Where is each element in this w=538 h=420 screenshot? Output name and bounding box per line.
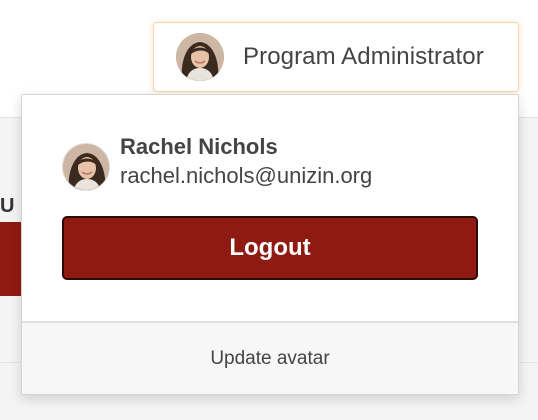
user-role-label: Program Administrator [243,43,484,70]
user-avatar-icon [176,33,224,81]
profile-avatar-icon [62,143,110,191]
profile-text: Rachel Nichols rachel.nichols@unizin.org [120,133,372,190]
update-avatar-link[interactable]: Update avatar [210,348,329,370]
profile-email: rachel.nichols@unizin.org [120,163,373,188]
user-menu-button[interactable]: Program Administrator [153,22,519,92]
partial-heading-text: U [0,195,15,217]
user-dropdown-menu: Rachel Nichols rachel.nichols@unizin.org… [21,94,519,395]
dropdown-footer: Update avatar [22,321,518,394]
profile-summary: Rachel Nichols rachel.nichols@unizin.org [62,133,372,191]
profile-name: Rachel Nichols [120,134,278,159]
logout-button[interactable]: Logout [62,216,478,280]
